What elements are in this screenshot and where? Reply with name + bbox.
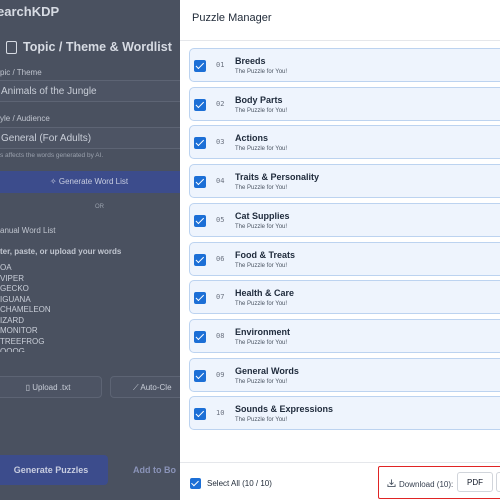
upload-txt-button[interactable]: ▯ Upload .txt <box>0 376 102 398</box>
format-dropdown-button[interactable] <box>496 472 500 492</box>
select-all-checkbox[interactable] <box>190 478 201 489</box>
word-item: IGUANA <box>0 294 31 304</box>
puzzle-number: 07 <box>216 293 225 302</box>
section-title-text: Topic / Theme & Wordlist <box>23 40 172 54</box>
generate-word-list-button[interactable]: ✧ Generate Word List <box>0 171 184 193</box>
puzzle-item[interactable]: 08 Environment The Puzzle for You! <box>189 318 500 353</box>
generate-puzzles-button[interactable]: Generate Puzzles <box>0 455 108 485</box>
format-pdf-button[interactable]: PDF <box>457 472 493 492</box>
generate-word-list-label: Generate Word List <box>58 177 129 186</box>
puzzle-title: Actions <box>235 133 269 144</box>
topic-input[interactable]: Animals of the Jungle <box>0 80 184 102</box>
modal-footer: Select All (10 / 10) Download (10): PDF <box>180 462 500 500</box>
puzzle-title: Health & Care <box>235 288 295 299</box>
download-icon <box>387 479 396 488</box>
manual-word-list-label: anual Word List <box>0 226 56 235</box>
puzzle-checkbox[interactable] <box>194 292 206 305</box>
puzzle-item[interactable]: 09 General Words The Puzzle for You! <box>189 357 500 392</box>
puzzle-number: 01 <box>216 61 225 69</box>
puzzle-item[interactable]: 03 Actions The Puzzle for You! <box>189 125 500 160</box>
puzzle-item[interactable]: 05 Cat Supplies The Puzzle for You! <box>189 202 500 237</box>
app-title: earchKDP <box>0 4 60 19</box>
puzzle-number: 04 <box>216 177 225 186</box>
puzzle-title: Sounds & Expressions <box>235 404 334 415</box>
auto-clean-label: Auto-Cle <box>140 383 172 392</box>
puzzle-subtitle: The Puzzle for You! <box>235 262 288 269</box>
puzzle-title: Cat Supplies <box>235 210 290 221</box>
style-label: yle / Audience <box>0 114 50 123</box>
topic-label: pic / Theme <box>0 68 42 77</box>
puzzle-number: 05 <box>216 215 225 224</box>
puzzle-checkbox[interactable] <box>194 60 206 72</box>
style-select[interactable]: General (For Adults) <box>0 127 184 149</box>
auto-clean-button[interactable]: ⟋ Auto-Cle <box>110 376 190 398</box>
puzzle-subtitle: The Puzzle for You! <box>235 69 288 75</box>
puzzle-item[interactable]: 01 Breeds The Puzzle for You! <box>189 48 500 82</box>
sparkle-icon: ✧ <box>49 177 59 186</box>
modal-title: Puzzle Manager <box>192 12 272 24</box>
word-item: OA <box>0 263 12 272</box>
puzzle-item[interactable]: 06 Food & Treats The Puzzle for You! <box>189 241 500 276</box>
word-list-textarea[interactable]: OA VIPER GECKO IGUANA CHAMELEON IZARD MO… <box>0 263 180 352</box>
puzzle-checkbox[interactable] <box>194 214 206 227</box>
download-group: Download (10): PDF <box>378 466 500 499</box>
puzzle-number: 10 <box>216 409 225 418</box>
puzzle-number: 08 <box>216 331 225 340</box>
puzzle-subtitle: The Puzzle for You! <box>235 107 288 114</box>
header-divider <box>180 40 500 41</box>
puzzle-title: Breeds <box>235 56 266 66</box>
puzzle-checkbox[interactable] <box>194 330 206 343</box>
puzzle-title: Food & Treats <box>235 249 296 260</box>
puzzle-manager-modal: Puzzle Manager 01 Breeds The Puzzle for … <box>180 0 500 500</box>
puzzle-number: 06 <box>216 254 225 263</box>
puzzle-item[interactable]: 02 Body Parts The Puzzle for You! <box>189 86 500 121</box>
puzzle-checkbox[interactable] <box>194 369 206 382</box>
word-item: MONITOR <box>0 326 38 335</box>
puzzle-item[interactable]: 10 Sounds & Expressions The Puzzle for Y… <box>189 396 500 431</box>
puzzle-subtitle: The Puzzle for You! <box>235 339 288 346</box>
puzzle-subtitle: The Puzzle for You! <box>235 378 288 385</box>
puzzle-subtitle: The Puzzle for You! <box>235 185 288 192</box>
puzzle-checkbox[interactable] <box>194 176 206 189</box>
select-all-label[interactable]: Select All (10 / 10) <box>207 479 272 488</box>
word-item: OOOG <box>0 347 25 352</box>
puzzle-item[interactable]: 07 Health & Care The Puzzle for You! <box>189 280 500 315</box>
manual-word-list-hint: ter, paste, or upload your words <box>0 247 122 256</box>
puzzle-title: Environment <box>235 326 291 337</box>
puzzle-subtitle: The Puzzle for You! <box>235 301 288 308</box>
puzzle-checkbox[interactable] <box>194 253 206 266</box>
puzzle-title: General Words <box>235 365 299 376</box>
upload-label: Upload .txt <box>32 383 71 392</box>
word-item: VIPER <box>0 273 25 283</box>
style-hint: s affects the words generated by AI. <box>0 152 104 159</box>
puzzle-title: Traits & Personality <box>235 172 320 183</box>
puzzle-number: 02 <box>216 99 225 108</box>
puzzle-title: Body Parts <box>235 94 283 105</box>
document-icon <box>6 40 17 54</box>
or-divider: OR <box>95 204 104 210</box>
puzzle-number: 09 <box>216 370 225 379</box>
add-to-book-button[interactable]: Add to Bo <box>133 465 176 475</box>
puzzle-checkbox[interactable] <box>194 98 206 111</box>
word-item: CHAMELEON <box>0 305 51 314</box>
puzzle-checkbox[interactable] <box>194 408 206 421</box>
puzzle-subtitle: The Puzzle for You! <box>235 417 288 424</box>
word-item: IZARD <box>0 315 24 325</box>
section-title: Topic / Theme & Wordlist <box>0 40 180 54</box>
puzzle-subtitle: The Puzzle for You! <box>235 223 288 230</box>
download-label: Download (10): <box>399 480 454 489</box>
word-item: GECKO <box>0 284 29 293</box>
puzzle-subtitle: The Puzzle for You! <box>235 146 288 153</box>
puzzle-number: 03 <box>216 138 225 147</box>
word-item: TREEFROG <box>0 336 45 346</box>
puzzle-item[interactable]: 04 Traits & Personality The Puzzle for Y… <box>189 164 500 199</box>
puzzle-checkbox[interactable] <box>194 137 206 150</box>
